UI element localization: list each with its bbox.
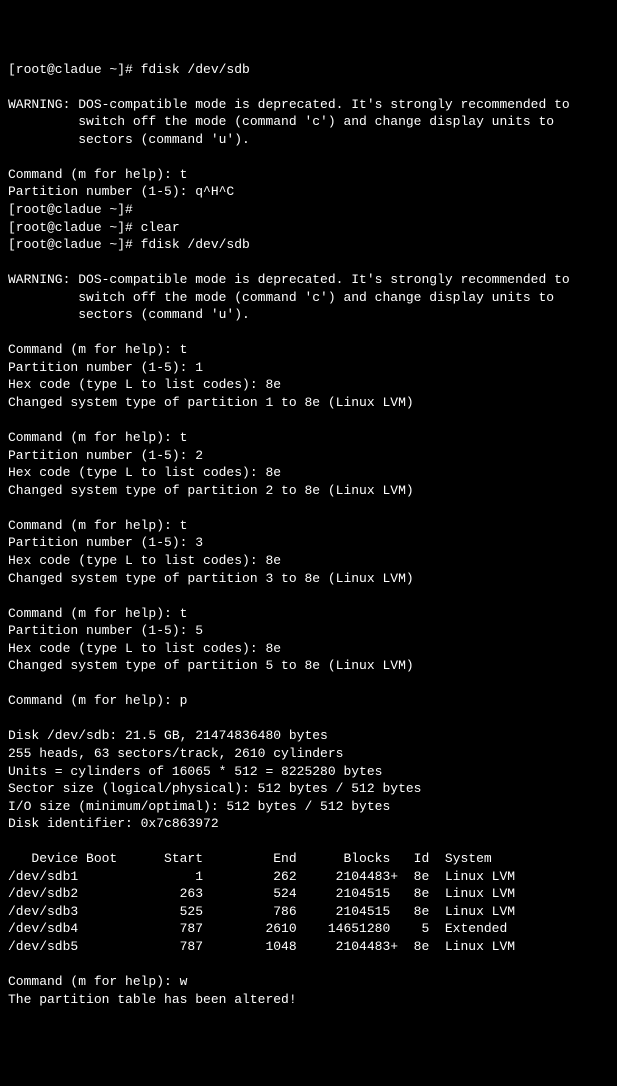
terminal-line: Command (m for help): t [8,166,609,184]
terminal-line: /dev/sdb3 525 786 2104515 8e Linux LVM [8,903,609,921]
terminal-line [8,710,609,728]
terminal-output: [root@cladue ~]# fdisk /dev/sdb WARNING:… [8,61,609,1009]
terminal-line: Changed system type of partition 1 to 8e… [8,394,609,412]
terminal-line: [root@cladue ~]# fdisk /dev/sdb [8,61,609,79]
terminal-line: Hex code (type L to list codes): 8e [8,376,609,394]
terminal-line: Command (m for help): p [8,692,609,710]
terminal-line: /dev/sdb5 787 1048 2104483+ 8e Linux LVM [8,938,609,956]
terminal-line: Hex code (type L to list codes): 8e [8,640,609,658]
terminal-line: Partition number (1-5): 5 [8,622,609,640]
terminal-line: [root@cladue ~]# fdisk /dev/sdb [8,236,609,254]
terminal-line: [root@cladue ~]# [8,201,609,219]
terminal-line: Changed system type of partition 3 to 8e… [8,570,609,588]
terminal-line: Command (m for help): w [8,973,609,991]
terminal-line [8,78,609,96]
terminal-line [8,499,609,517]
terminal-line: sectors (command 'u'). [8,306,609,324]
terminal-line: /dev/sdb1 1 262 2104483+ 8e Linux LVM [8,868,609,886]
terminal-line: Command (m for help): t [8,517,609,535]
terminal-line: sectors (command 'u'). [8,131,609,149]
terminal-line [8,148,609,166]
terminal-line: Hex code (type L to list codes): 8e [8,464,609,482]
terminal-line: switch off the mode (command 'c') and ch… [8,113,609,131]
terminal-line: /dev/sdb4 787 2610 14651280 5 Extended [8,920,609,938]
terminal-line: Command (m for help): t [8,605,609,623]
terminal-line: Device Boot Start End Blocks Id System [8,850,609,868]
terminal-line: Command (m for help): t [8,429,609,447]
terminal-line: WARNING: DOS-compatible mode is deprecat… [8,271,609,289]
terminal-line: Sector size (logical/physical): 512 byte… [8,780,609,798]
terminal-line: Partition number (1-5): 3 [8,534,609,552]
terminal-line: Units = cylinders of 16065 * 512 = 82252… [8,763,609,781]
terminal-line: WARNING: DOS-compatible mode is deprecat… [8,96,609,114]
terminal-line [8,833,609,851]
terminal-line: Changed system type of partition 5 to 8e… [8,657,609,675]
terminal-line: Disk /dev/sdb: 21.5 GB, 21474836480 byte… [8,727,609,745]
terminal-line: Partition number (1-5): 2 [8,447,609,465]
terminal-line [8,412,609,430]
terminal-line [8,254,609,272]
terminal-line [8,324,609,342]
terminal-line: Hex code (type L to list codes): 8e [8,552,609,570]
terminal-line: Changed system type of partition 2 to 8e… [8,482,609,500]
terminal-line: /dev/sdb2 263 524 2104515 8e Linux LVM [8,885,609,903]
terminal-line [8,587,609,605]
terminal-line: 255 heads, 63 sectors/track, 2610 cylind… [8,745,609,763]
terminal-line: Partition number (1-5): q^H^C [8,183,609,201]
terminal-line [8,675,609,693]
terminal-line: Partition number (1-5): 1 [8,359,609,377]
terminal-line: switch off the mode (command 'c') and ch… [8,289,609,307]
terminal-line: [root@cladue ~]# clear [8,219,609,237]
terminal-line: Command (m for help): t [8,341,609,359]
terminal-line: The partition table has been altered! [8,991,609,1009]
terminal-line: I/O size (minimum/optimal): 512 bytes / … [8,798,609,816]
terminal-line: Disk identifier: 0x7c863972 [8,815,609,833]
terminal-line [8,956,609,974]
